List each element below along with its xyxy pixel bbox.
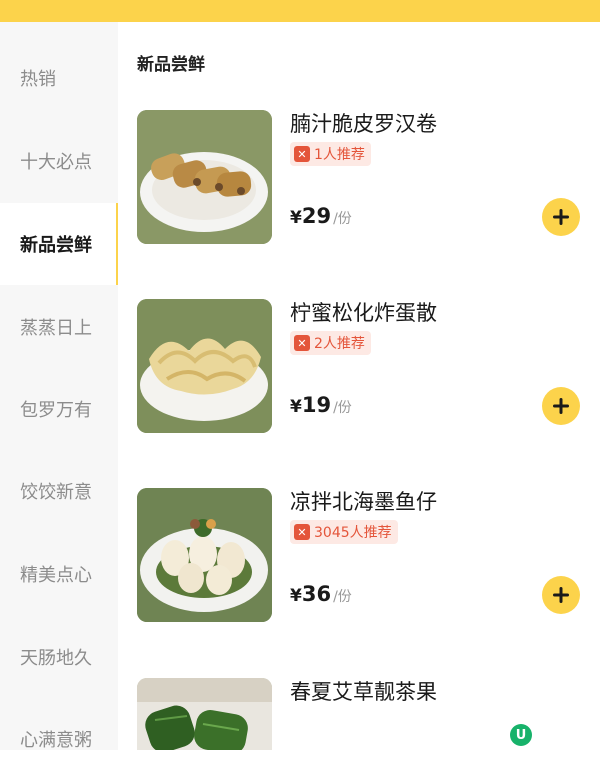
sidebar-item-label: 十大必点 (20, 152, 92, 173)
sidebar-item-hot[interactable]: 热销 (0, 37, 118, 119)
dish-name: 柠蜜松化炸蛋散 (290, 301, 437, 325)
sidebar-item-label: 心满意粥 (20, 730, 92, 751)
sidebar-item-dumplings[interactable]: 饺饺新意 (0, 450, 118, 532)
dish-price: ¥29/份 (290, 204, 352, 228)
menu-item[interactable]: 柠蜜松化炸蛋散 ✕ 2人推荐 ¥19/份 (137, 299, 587, 435)
sidebar-item-label: 热销 (20, 69, 56, 90)
price-unit: /份 (333, 589, 352, 605)
category-sidebar: 热销 十大必点 新品尝鲜 蒸蒸日上 包罗万有 饺饺新意 精美点心 天肠地久 心满… (0, 22, 118, 751)
recommend-icon: ✕ (294, 146, 310, 162)
add-to-cart-button[interactable] (542, 198, 580, 236)
recommend-icon: ✕ (294, 335, 310, 351)
menu-item[interactable]: 腩汁脆皮罗汉卷 ✕ 1人推荐 ¥29/份 (137, 110, 587, 246)
sidebar-item-label: 饺饺新意 (20, 482, 92, 503)
section-title: 新品尝鲜 (137, 55, 205, 75)
sidebar-item-new[interactable]: 新品尝鲜 (0, 203, 118, 285)
recommend-badge: ✕ 2人推荐 (290, 331, 371, 355)
sidebar-item-dim-sum[interactable]: 精美点心 (0, 533, 118, 615)
dish-image (137, 110, 272, 244)
recommend-count: 1人推荐 (314, 147, 365, 163)
dish-name: 腩汁脆皮罗汉卷 (290, 112, 437, 136)
recommend-count: 3045人推荐 (314, 525, 392, 541)
dish-image (137, 678, 272, 750)
add-to-cart-button[interactable] (542, 576, 580, 614)
top-status-bar (0, 0, 600, 22)
dish-image (137, 299, 272, 433)
sidebar-item-label: 天肠地久 (20, 648, 92, 669)
floating-service-icon[interactable]: U (510, 724, 532, 746)
currency-symbol: ¥ (290, 586, 302, 606)
recommend-icon: ✕ (294, 524, 310, 540)
dish-price: ¥36/份 (290, 582, 352, 606)
currency-symbol: ¥ (290, 208, 302, 228)
price-value: 29 (301, 204, 332, 228)
dish-image (137, 488, 272, 622)
add-to-cart-button[interactable] (542, 387, 580, 425)
price-unit: /份 (333, 211, 352, 227)
dish-price: ¥19/份 (290, 393, 352, 417)
sidebar-item-label: 包罗万有 (20, 400, 92, 421)
recommend-badge: ✕ 3045人推荐 (290, 520, 398, 544)
menu-item[interactable]: 凉拌北海墨鱼仔 ✕ 3045人推荐 ¥36/份 (137, 488, 587, 624)
recommend-badge: ✕ 1人推荐 (290, 142, 371, 166)
sidebar-item-label: 精美点心 (20, 565, 92, 586)
plus-icon (553, 398, 569, 414)
dish-name: 春夏艾草靓茶果 (290, 680, 437, 704)
sidebar-item-label: 蒸蒸日上 (20, 318, 92, 339)
recommend-count: 2人推荐 (314, 336, 365, 352)
price-value: 36 (301, 582, 332, 606)
sidebar-item-wrapped[interactable]: 包罗万有 (0, 368, 118, 450)
currency-symbol: ¥ (290, 397, 302, 417)
plus-icon (553, 587, 569, 603)
active-indicator (116, 203, 118, 285)
price-unit: /份 (333, 400, 352, 416)
sidebar-item-steamed[interactable]: 蒸蒸日上 (0, 286, 118, 368)
sidebar-item-rice-rolls[interactable]: 天肠地久 (0, 616, 118, 698)
sidebar-item-top-ten[interactable]: 十大必点 (0, 120, 118, 202)
price-value: 19 (301, 393, 332, 417)
plus-icon (553, 209, 569, 225)
sidebar-item-label: 新品尝鲜 (20, 235, 92, 256)
sidebar-item-congee[interactable]: 心满意粥 (0, 698, 118, 780)
dish-name: 凉拌北海墨鱼仔 (290, 490, 437, 514)
